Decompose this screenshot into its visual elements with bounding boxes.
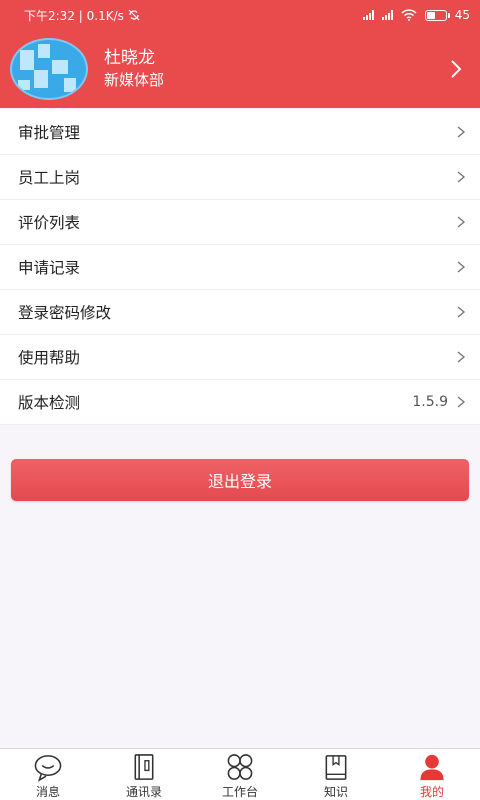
tab-workbench[interactable]: 工作台: [192, 749, 288, 800]
battery-percent: 45: [454, 8, 470, 22]
chevron-right-icon: [457, 216, 466, 228]
menu-item-help[interactable]: 使用帮助: [0, 335, 480, 380]
tab-label: 工作台: [221, 785, 258, 799]
chevron-right-icon: [457, 261, 466, 273]
status-time-speed: 下午2:32 | 0.1K/s: [24, 8, 124, 23]
menu-item-label: 使用帮助: [18, 349, 81, 367]
tab-knowledge[interactable]: 知识: [288, 749, 384, 800]
menu-item-staff-onduty[interactable]: 员工上岗: [0, 155, 480, 200]
sync-off-icon: [128, 9, 140, 21]
tab-label: 消息: [35, 785, 60, 799]
tab-label: 我的: [419, 785, 444, 799]
status-bar: 下午2:32 | 0.1K/s 45: [0, 0, 480, 30]
menu-item-label: 员工上岗: [18, 169, 81, 187]
profile-header[interactable]: 杜晓龙 新媒体部: [0, 30, 480, 108]
user-icon: [420, 754, 444, 781]
profile-name: 杜晓龙: [104, 48, 155, 68]
wifi-icon: [401, 9, 417, 21]
tab-me[interactable]: 我的: [384, 749, 480, 800]
avatar[interactable]: [10, 38, 88, 100]
menu-item-change-password[interactable]: 登录密码修改: [0, 290, 480, 335]
chevron-right-icon: [457, 306, 466, 318]
menu-item-approval[interactable]: 审批管理: [0, 110, 480, 155]
version-value: 1.5.9: [412, 394, 448, 410]
menu-item-label: 申请记录: [18, 259, 81, 277]
chevron-right-icon: [457, 126, 466, 138]
chevron-right-icon: [457, 396, 466, 408]
menu-item-label: 登录密码修改: [18, 304, 112, 322]
menu-item-reviews[interactable]: 评价列表: [0, 200, 480, 245]
bottom-tab-bar: 消息 通讯录 工作台 知识 我的: [0, 748, 480, 800]
contacts-book-icon: [134, 754, 154, 780]
logout-button[interactable]: 退出登录: [11, 459, 469, 501]
chevron-right-icon: [457, 171, 466, 183]
workbench-grid-icon: [227, 754, 253, 780]
signal-icon: [362, 10, 374, 20]
chat-icon: [34, 755, 62, 782]
menu-item-applications[interactable]: 申请记录: [0, 245, 480, 290]
tab-contacts[interactable]: 通讯录: [96, 749, 192, 800]
tab-messages[interactable]: 消息: [0, 749, 96, 800]
menu-item-label: 版本检测: [18, 394, 81, 412]
chevron-right-icon: [457, 351, 466, 363]
menu-item-label: 审批管理: [18, 124, 81, 142]
tab-label: 知识: [323, 785, 348, 799]
tab-label: 通讯录: [125, 785, 162, 799]
menu-item-label: 评价列表: [18, 214, 81, 232]
chevron-right-icon[interactable]: [444, 57, 468, 81]
knowledge-book-icon: [325, 755, 347, 780]
menu-item-version-check[interactable]: 版本检测 1.5.9: [0, 380, 480, 425]
settings-menu: 审批管理 员工上岗 评价列表 申请记录 登录密码修改 使用帮助 版本检测 1.5…: [0, 110, 480, 425]
battery-icon: [424, 9, 450, 21]
signal-icon-2: [381, 10, 393, 20]
profile-department: 新媒体部: [104, 71, 165, 89]
